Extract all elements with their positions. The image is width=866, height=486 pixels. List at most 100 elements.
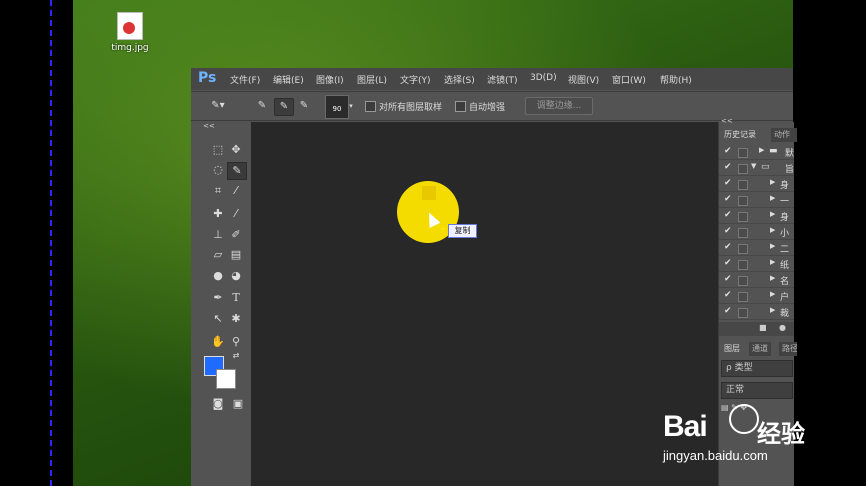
expand-arrow-icon[interactable]: ▶ xyxy=(770,306,775,314)
action-row-label: 纸 xyxy=(780,261,790,271)
dialog-toggle-icon[interactable] xyxy=(738,228,748,238)
checkmark-icon: ✔ xyxy=(724,210,732,220)
custom-shape-tool-icon[interactable]: ✱ xyxy=(227,311,245,327)
expand-arrow-icon[interactable]: ▶ xyxy=(770,242,775,250)
desktop-file-icon[interactable]: timg.jpg xyxy=(110,12,150,53)
dialog-toggle-icon[interactable] xyxy=(738,164,748,174)
type-tool-icon[interactable]: T xyxy=(227,290,245,306)
expand-arrow-icon[interactable]: ▶ xyxy=(770,194,775,202)
action-row[interactable]: ✔ ▼ ▭ 旨 xyxy=(719,160,794,176)
subtract-from-selection-brush-icon[interactable]: ✎ xyxy=(295,98,313,114)
menu-file[interactable]: 文件(F) xyxy=(230,73,260,86)
action-row[interactable]: ✔ ▶ 小 xyxy=(719,224,794,240)
background-color-swatch[interactable] xyxy=(216,369,236,389)
image-file-icon xyxy=(117,12,143,40)
brush-dropdown-arrow-icon[interactable]: ▾ xyxy=(347,98,355,114)
checkmark-icon: ✔ xyxy=(724,274,732,284)
healing-brush-tool-icon[interactable]: ✚ xyxy=(209,206,227,222)
menu-type[interactable]: 文字(Y) xyxy=(400,73,431,86)
action-row-label: 旨 xyxy=(785,165,795,175)
tab-history[interactable]: 历史记录 xyxy=(721,128,759,142)
record-icon[interactable]: ● xyxy=(779,323,786,332)
quick-mask-icon[interactable]: ◙ xyxy=(209,396,227,412)
expand-arrow-icon[interactable]: ▶ xyxy=(770,226,775,234)
brush-tool-icon[interactable]: ⁄ xyxy=(227,206,245,222)
action-row-label: 身 xyxy=(780,213,790,223)
expand-arrow-icon[interactable]: ▶ xyxy=(770,258,775,266)
blend-mode-select[interactable]: 正常 xyxy=(721,382,793,399)
action-row[interactable]: ✔ ▶ 身 xyxy=(719,208,794,224)
collapse-arrow-icon[interactable]: ▼ xyxy=(751,162,756,170)
action-row[interactable]: ✔ ▶ ▬ 默 xyxy=(719,144,794,160)
menu-window[interactable]: 窗口(W) xyxy=(612,73,646,86)
crop-tool-icon[interactable]: ⌗ xyxy=(209,183,227,199)
clone-stamp-tool-icon[interactable]: ⊥ xyxy=(209,227,227,243)
canvas-area[interactable] xyxy=(251,122,718,486)
action-row[interactable]: ✔ ▶ 一 xyxy=(719,192,794,208)
pen-tool-icon[interactable]: ✒ xyxy=(209,290,227,306)
menu-3d[interactable]: 3D(D) xyxy=(530,73,557,83)
tab-paths[interactable]: 路径 xyxy=(779,342,797,356)
dialog-toggle-icon[interactable] xyxy=(738,292,748,302)
dialog-toggle-icon[interactable] xyxy=(738,244,748,254)
tools-collapse-button[interactable]: << xyxy=(203,122,215,130)
action-row[interactable]: ✔ ▶ 裁 xyxy=(719,304,794,320)
action-row[interactable]: ✔ ▶ 二 xyxy=(719,240,794,256)
dodge-tool-icon[interactable]: ◕ xyxy=(227,268,245,284)
dialog-toggle-icon[interactable] xyxy=(738,260,748,270)
dialog-toggle-icon[interactable] xyxy=(738,148,748,158)
marquee-tool-icon[interactable]: ⬚ xyxy=(209,142,227,158)
gradient-tool-icon[interactable]: ▤ xyxy=(227,247,245,263)
expand-arrow-icon[interactable]: ▶ xyxy=(770,274,775,282)
eyedropper-tool-icon[interactable]: ⁄ xyxy=(227,183,245,199)
dialog-toggle-icon[interactable] xyxy=(738,276,748,286)
history-brush-tool-icon[interactable]: ✐ xyxy=(227,227,245,243)
menu-image[interactable]: 图像(I) xyxy=(316,73,344,86)
brush-size-picker[interactable]: 90 xyxy=(325,95,349,119)
action-row[interactable]: ✔ ▶ 身 xyxy=(719,176,794,192)
new-selection-brush-icon[interactable]: ✎ xyxy=(253,98,271,114)
panel-collapse-button[interactable]: << xyxy=(721,117,733,125)
stop-icon[interactable]: ■ xyxy=(759,323,767,332)
eraser-tool-icon[interactable]: ▱ xyxy=(209,247,227,263)
sample-all-layers-checkbox[interactable] xyxy=(365,101,376,112)
dialog-toggle-icon[interactable] xyxy=(738,308,748,318)
tab-actions[interactable]: 动作 xyxy=(771,128,797,142)
layer-filter-kind[interactable]: ρ 类型 xyxy=(721,360,793,377)
add-to-selection-brush-icon[interactable]: ✎ xyxy=(274,98,294,116)
dialog-toggle-icon[interactable] xyxy=(738,212,748,222)
menu-layer[interactable]: 图层(L) xyxy=(357,73,387,86)
refine-edge-button[interactable]: 调整边缘... xyxy=(525,97,593,115)
path-selection-tool-icon[interactable]: ↖ xyxy=(209,311,227,327)
screen-mode-icon[interactable]: ▣ xyxy=(229,396,247,412)
tab-layers[interactable]: 图层 xyxy=(721,342,743,356)
action-row[interactable]: ✔ ▶ 户 xyxy=(719,288,794,304)
dialog-toggle-icon[interactable] xyxy=(738,196,748,206)
dialog-toggle-icon[interactable] xyxy=(738,180,748,190)
menu-edit[interactable]: 编辑(E) xyxy=(273,73,304,86)
tool-preset-picker[interactable]: ✎▾ xyxy=(209,98,227,114)
folder-open-icon: ▭ xyxy=(761,162,770,172)
menu-help[interactable]: 帮助(H) xyxy=(660,73,692,86)
move-tool-icon[interactable]: ✥ xyxy=(227,142,245,158)
checkmark-icon: ✔ xyxy=(724,258,732,268)
checkmark-icon: ✔ xyxy=(724,178,732,188)
menu-view[interactable]: 视图(V) xyxy=(568,73,599,86)
tab-channels[interactable]: 通道 xyxy=(749,342,771,356)
expand-arrow-icon[interactable]: ▶ xyxy=(770,290,775,298)
hand-tool-icon[interactable]: ✋ xyxy=(209,334,227,350)
expand-arrow-icon[interactable]: ▶ xyxy=(770,210,775,218)
action-row-label: 身 xyxy=(780,181,790,191)
auto-enhance-checkbox[interactable] xyxy=(455,101,466,112)
action-row[interactable]: ✔ ▶ 名 xyxy=(719,272,794,288)
lasso-tool-icon[interactable]: ◌ xyxy=(209,162,227,178)
menu-select[interactable]: 选择(S) xyxy=(444,73,475,86)
menu-bar: Ps 文件(F) 编辑(E) 图像(I) 图层(L) 文字(Y) 选择(S) 滤… xyxy=(191,68,793,90)
action-row[interactable]: ✔ ▶ 纸 xyxy=(719,256,794,272)
blur-tool-icon[interactable]: ● xyxy=(209,268,227,284)
quick-selection-tool-icon[interactable]: ✎ xyxy=(227,162,247,180)
swap-colors-icon[interactable]: ⇄ xyxy=(227,348,245,364)
expand-arrow-icon[interactable]: ▶ xyxy=(770,178,775,186)
expand-arrow-icon[interactable]: ▶ xyxy=(759,146,764,154)
menu-filter[interactable]: 滤镜(T) xyxy=(487,73,518,86)
